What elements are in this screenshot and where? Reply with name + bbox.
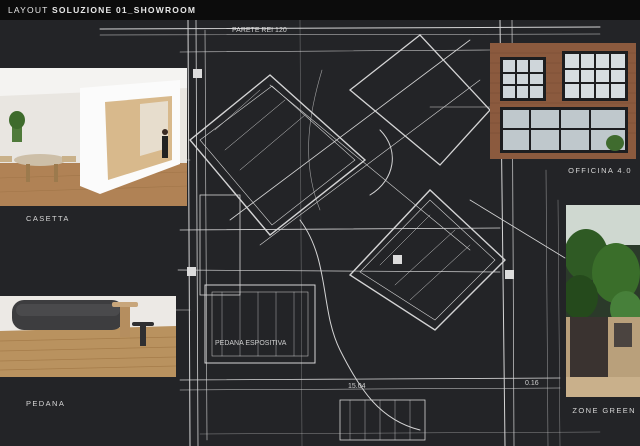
zone-green-photo bbox=[566, 205, 640, 397]
solution-title: SOLUZIONE 01_SHOWROOM bbox=[52, 5, 197, 15]
officina-caption: OFFICINA 4.0 bbox=[568, 166, 632, 175]
zone-green-caption: ZONE GREEN bbox=[572, 406, 636, 415]
casetta-caption: CASETTA bbox=[26, 214, 70, 223]
layout-label: LAYOUT bbox=[8, 5, 49, 15]
sketch-note-pedana: PEDANA ESPOSITIVA bbox=[215, 340, 287, 347]
pedana-caption: PEDANA bbox=[26, 399, 66, 408]
sketch-measure-b: 0.16 bbox=[525, 380, 539, 387]
sketch-measure-a: 15.04 bbox=[348, 383, 366, 390]
sketch-note-parete: PARETE REI 120 bbox=[232, 27, 287, 34]
officina-photo bbox=[490, 43, 636, 159]
header-bar: LAYOUT SOLUZIONE 01_SHOWROOM bbox=[0, 0, 640, 20]
casetta-photo bbox=[0, 68, 187, 206]
pedana-photo bbox=[0, 296, 176, 377]
page-title: LAYOUT SOLUZIONE 01_SHOWROOM bbox=[8, 5, 196, 15]
